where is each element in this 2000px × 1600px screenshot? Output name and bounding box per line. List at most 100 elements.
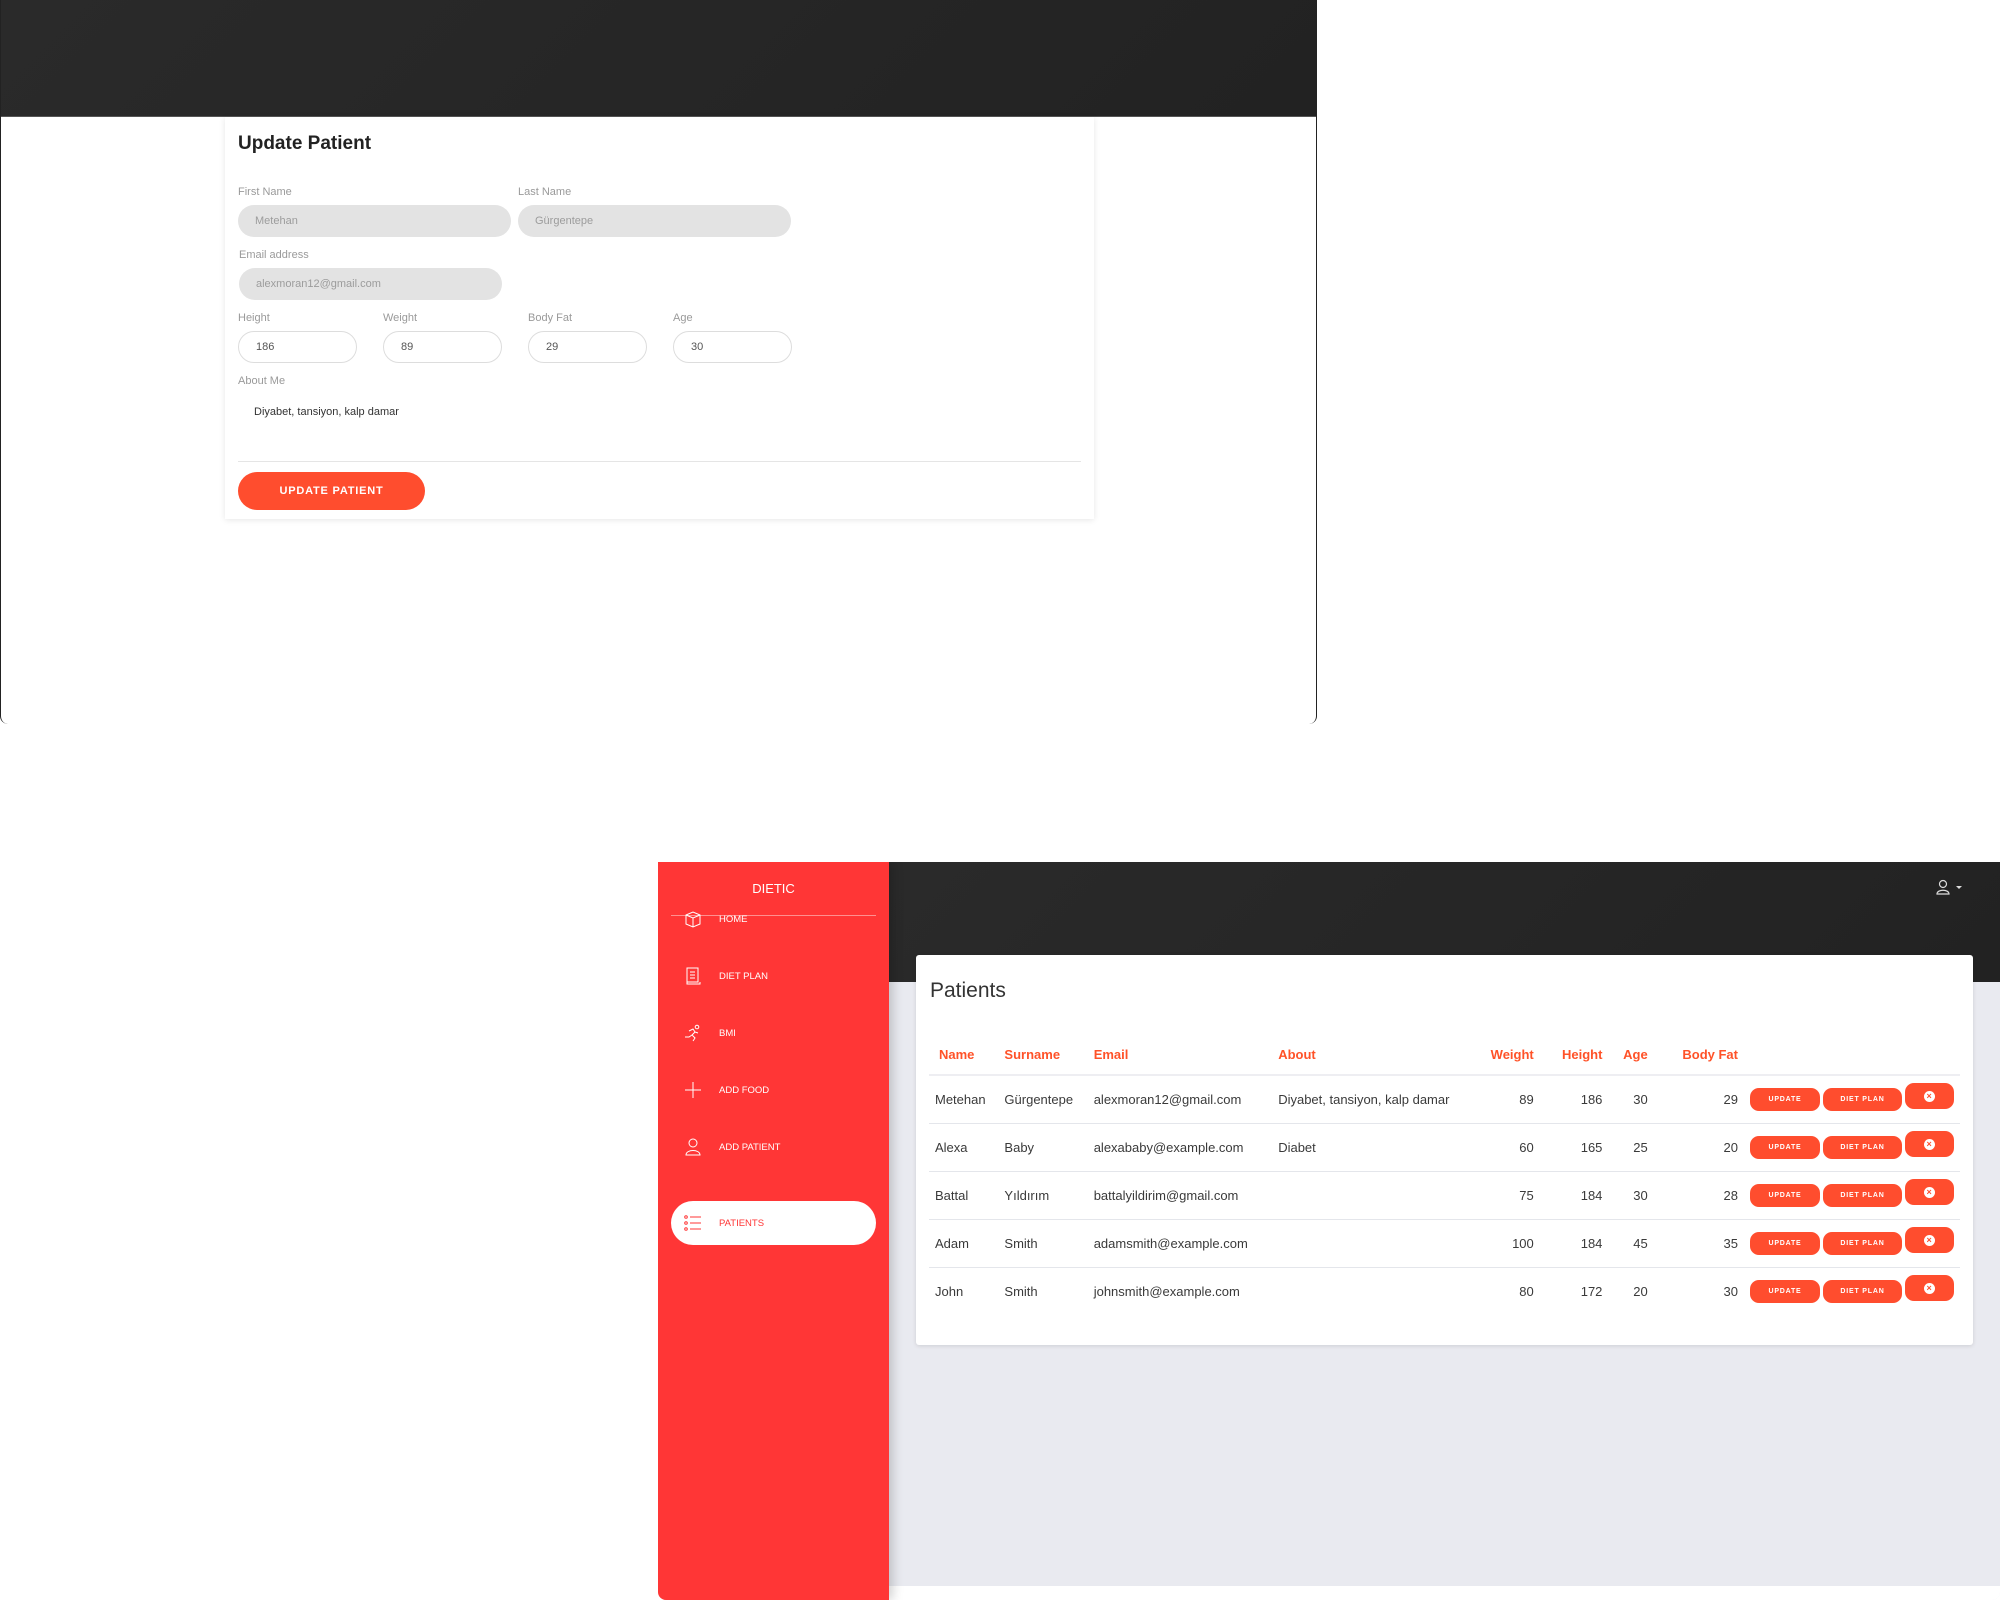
weight-field[interactable]: 89 [383, 331, 502, 363]
cell-height: 165 [1539, 1123, 1609, 1172]
diet-plan-button[interactable]: DIET PLAN [1823, 1231, 1902, 1255]
cell-weight: 60 [1470, 1123, 1540, 1172]
update-button[interactable]: UPDATE [1750, 1183, 1820, 1207]
close-circle-icon: × [1924, 1234, 1935, 1246]
cell-name: Adam [929, 1219, 999, 1268]
email-label: Email address [239, 249, 309, 261]
update-button[interactable]: UPDATE [1750, 1135, 1820, 1159]
plus-icon [683, 1080, 703, 1100]
last-name-label: Last Name [518, 186, 572, 198]
column-header-email: Email [1087, 1035, 1273, 1076]
user-menu[interactable] [1936, 879, 1962, 895]
cell-about [1272, 1267, 1471, 1315]
top-header-bar [1, 0, 1316, 117]
list-icon [683, 1213, 703, 1233]
sidebar-item-add-food[interactable]: ADD FOOD [671, 1068, 876, 1112]
cell-about: Diabet [1272, 1123, 1471, 1172]
cell-email: alexmoran12@gmail.com [1087, 1075, 1273, 1124]
sidebar-item-diet-plan[interactable]: DIET PLAN [671, 954, 876, 998]
update-button[interactable]: UPDATE [1750, 1279, 1820, 1303]
sidebar-item-label: BMI [719, 1027, 736, 1039]
delete-button[interactable]: × [1905, 1275, 1954, 1302]
email-field[interactable]: alexmoran12@gmail.com [239, 268, 502, 300]
cell-email: adamsmith@example.com [1087, 1219, 1273, 1268]
cell-height: 184 [1539, 1219, 1609, 1268]
sidebar-item-label: DIET PLAN [719, 970, 768, 982]
patients-table: Name Surname Email About Weight Height A… [929, 1035, 1960, 1315]
cell-body-fat: 30 [1723, 1283, 1738, 1299]
table-row: Alexa Baby alexababy@example.com Diabet … [929, 1123, 1960, 1172]
diet-plan-button[interactable]: DIET PLAN [1823, 1087, 1902, 1111]
cell-body-fat: 29 [1653, 1075, 1744, 1124]
patients-window: DIETIC HOME DIET PLAN BMI ADD FOOD ADD P… [658, 862, 2000, 1600]
delete-button[interactable]: × [1905, 1131, 1954, 1157]
sidebar-item-bmi[interactable]: BMI [671, 1011, 876, 1055]
update-patient-button[interactable]: UPDATE PATIENT [238, 472, 425, 510]
close-circle-icon: × [1924, 1186, 1935, 1198]
cell-surname: Smith [1004, 1283, 1038, 1299]
update-button[interactable]: UPDATE [1750, 1087, 1820, 1111]
table-row: John Smith johnsmith@example.com 80 172 … [929, 1267, 1960, 1315]
cell-actions: UPDATE DIET PLAN × [1744, 1171, 1960, 1220]
diet-plan-button[interactable]: DIET PLAN [1823, 1135, 1902, 1159]
delete-button[interactable]: × [1905, 1179, 1954, 1205]
cell-age: 25 [1608, 1123, 1654, 1172]
table-row: Metehan Gürgentepe alexmoran12@gmail.com… [929, 1075, 1960, 1124]
sidebar-item-label: PATIENTS [719, 1217, 765, 1229]
cell-email: alexababy@example.com [1087, 1123, 1273, 1172]
column-header-surname: Surname [998, 1035, 1088, 1076]
user-icon [683, 1137, 703, 1157]
page-title: Update Patient [238, 133, 372, 154]
cell-name: Battal [929, 1171, 999, 1220]
diet-plan-button[interactable]: DIET PLAN [1823, 1183, 1902, 1207]
about-textarea[interactable]: Diyabet, tansiyon, kalp damar [254, 406, 399, 418]
cell-weight: 75 [1470, 1171, 1540, 1220]
table-row: Adam Smith adamsmith@example.com 100 184… [929, 1219, 1960, 1268]
update-button[interactable]: UPDATE [1750, 1231, 1820, 1255]
cell-weight: 89 [1470, 1075, 1540, 1124]
patients-card: Patients Name Surname Email About Weight… [916, 955, 1973, 1345]
sidebar: DIETIC HOME DIET PLAN BMI ADD FOOD ADD P… [658, 862, 889, 1600]
sidebar-item-label: ADD PATIENT [719, 1141, 781, 1153]
age-label: Age [673, 312, 693, 324]
column-header-name: Name [929, 1035, 999, 1076]
user-icon [1936, 879, 1950, 895]
cell-height: 186 [1539, 1075, 1609, 1124]
brand-logo[interactable]: DIETIC [658, 881, 889, 896]
runner-icon [683, 1023, 703, 1043]
cell-actions: UPDATE DIET PLAN × [1744, 1219, 1960, 1268]
height-field[interactable]: 186 [238, 331, 357, 363]
update-patient-card: Update Patient First Name Metehan Last N… [225, 117, 1094, 519]
table-row: Battal Yıldırım battalyildirim@gmail.com… [929, 1171, 1960, 1220]
cell-about [1272, 1171, 1471, 1220]
document-icon [683, 966, 703, 986]
page-title: Patients [930, 979, 1006, 1002]
body-fat-field[interactable]: 29 [528, 331, 647, 363]
delete-button[interactable]: × [1905, 1083, 1954, 1110]
cell-name: Metehan [929, 1075, 999, 1124]
cell-weight: 100 [1470, 1219, 1540, 1268]
sidebar-item-label: HOME [719, 913, 748, 925]
age-field[interactable]: 30 [673, 331, 792, 363]
caret-down-icon [1956, 885, 1962, 889]
sidebar-item-add-patient[interactable]: ADD PATIENT [671, 1125, 876, 1169]
last-name-field[interactable]: Gürgentepe [518, 205, 791, 237]
body-fat-label: Body Fat [528, 312, 573, 324]
cell-surname: Yıldırım [998, 1171, 1088, 1220]
sidebar-item-label: ADD FOOD [719, 1084, 770, 1096]
cell-about: Diyabet, tansiyon, kalp damar [1272, 1075, 1471, 1124]
cell-body-fat: 20 [1653, 1123, 1744, 1172]
first-name-field[interactable]: Metehan [238, 205, 511, 237]
sidebar-item-patients[interactable]: PATIENTS [671, 1201, 876, 1245]
height-label: Height [238, 312, 270, 324]
column-header-weight: Weight [1470, 1035, 1540, 1076]
delete-button[interactable]: × [1905, 1227, 1954, 1253]
cell-age: 30 [1608, 1171, 1654, 1220]
cell-height: 184 [1539, 1171, 1609, 1220]
cell-actions: UPDATE DIET PLAN × [1744, 1075, 1960, 1124]
sidebar-item-home[interactable]: HOME [671, 897, 876, 941]
cell-age: 45 [1608, 1219, 1654, 1268]
cube-icon [683, 909, 703, 929]
diet-plan-button[interactable]: DIET PLAN [1823, 1279, 1902, 1303]
cell-age: 20 [1633, 1283, 1648, 1299]
